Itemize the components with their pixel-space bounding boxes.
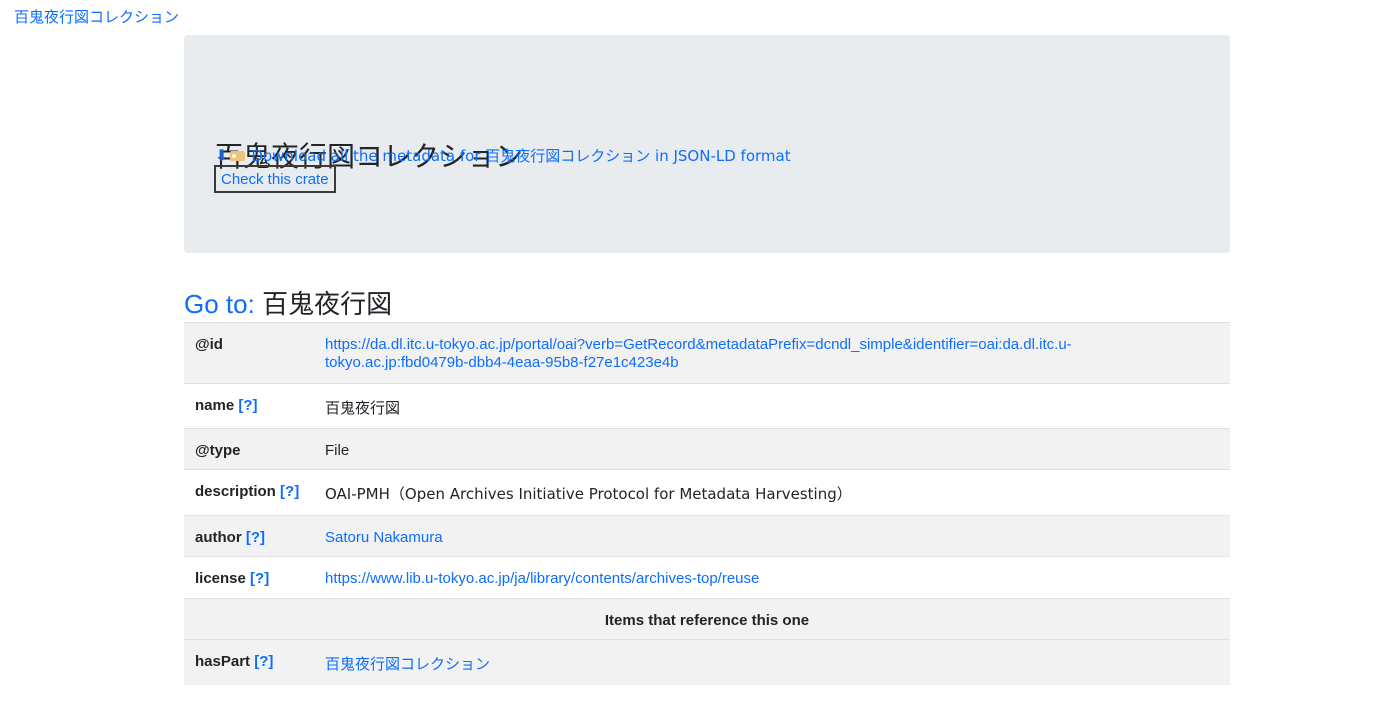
property-value: OAI-PMH（Open Archives Initiative Protoco… <box>325 469 1230 516</box>
property-value: 百鬼夜行図 <box>325 383 1230 429</box>
label-tag-icon <box>230 150 246 161</box>
id-link[interactable]: https://da.dl.itc.u-tokyo.ac.jp/portal/o… <box>325 336 1072 371</box>
help-link[interactable]: [?] <box>246 529 265 546</box>
goto-entity-name: 百鬼夜行図 <box>262 290 393 320</box>
property-key: license [?] <box>184 556 325 599</box>
haspart-link[interactable]: 百鬼夜行図コレクション <box>325 655 490 673</box>
check-crate-button[interactable]: Check this crate <box>214 165 336 193</box>
breadcrumb-link[interactable]: 百鬼夜行図コレクション <box>14 6 179 27</box>
help-link[interactable]: [?] <box>250 570 269 587</box>
download-link[interactable]: ⬇ Download all the metadata for 百鬼夜行図コレク… <box>215 145 791 166</box>
down-arrow-icon: ⬇ <box>215 147 229 165</box>
property-value: https://www.lib.u-tokyo.ac.jp/ja/library… <box>325 556 1230 599</box>
property-key: author [?] <box>184 515 325 557</box>
table-row: author [?] Satoru Nakamura <box>184 515 1230 557</box>
table-row: name [?] 百鬼夜行図 <box>184 383 1230 429</box>
goto-heading: Go to: 百鬼夜行図 <box>184 284 392 321</box>
table-row: Items that reference this one <box>184 598 1230 640</box>
table-row: @id https://da.dl.itc.u-tokyo.ac.jp/port… <box>184 322 1230 384</box>
help-link[interactable]: [?] <box>280 483 299 500</box>
property-value: https://da.dl.itc.u-tokyo.ac.jp/portal/o… <box>325 322 1230 384</box>
table-row: description [?] OAI-PMH（Open Archives In… <box>184 469 1230 516</box>
table-row: hasPart [?] 百鬼夜行図コレクション <box>184 639 1230 685</box>
download-link-text[interactable]: Download all the metadata for 百鬼夜行図コレクショ… <box>251 145 790 166</box>
property-value: File <box>325 428 1230 470</box>
property-value: Satoru Nakamura <box>325 515 1230 557</box>
property-key: name [?] <box>184 383 325 429</box>
properties-table: @id https://da.dl.itc.u-tokyo.ac.jp/port… <box>184 322 1230 685</box>
table-row: @type File <box>184 428 1230 470</box>
help-link[interactable]: [?] <box>238 397 257 414</box>
table-row: license [?] https://www.lib.u-tokyo.ac.j… <box>184 556 1230 599</box>
property-key: @id <box>184 322 325 384</box>
license-link[interactable]: https://www.lib.u-tokyo.ac.jp/ja/library… <box>325 570 759 587</box>
goto-label: Go to: <box>184 289 255 319</box>
id-link-line2: tokyo.ac.jp:fbd0479b-dbb4-4eaa-95b8-f27e… <box>325 354 679 371</box>
id-link-line1: https://da.dl.itc.u-tokyo.ac.jp/portal/o… <box>325 336 1072 353</box>
property-value: 百鬼夜行図コレクション <box>325 639 1230 685</box>
property-key: description [?] <box>184 469 325 516</box>
author-link[interactable]: Satoru Nakamura <box>325 529 443 546</box>
help-link[interactable]: [?] <box>254 653 273 670</box>
property-key: @type <box>184 428 325 470</box>
property-key: hasPart [?] <box>184 639 325 685</box>
crate-header: 百鬼夜行図コレクション ⬇ Download all the metadata … <box>184 35 1230 253</box>
section-heading: Items that reference this one <box>184 598 1230 640</box>
